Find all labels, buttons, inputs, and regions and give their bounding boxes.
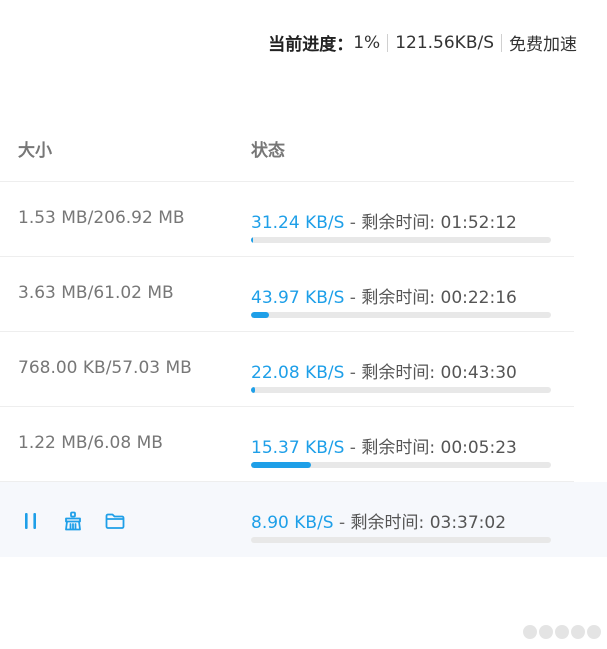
watermark (521, 625, 601, 639)
row-speed: 31.24 KB/S (251, 213, 345, 233)
row-size: 1.53 MB/206.92 MB (18, 208, 185, 228)
progress-value: 1% (353, 32, 381, 53)
row-size: 1.22 MB/6.08 MB (18, 433, 163, 453)
row-speed: 15.37 KB/S (251, 438, 345, 458)
table-row[interactable]: 1.53 MB/206.92 MB 31.24 KB/S - 剩余时间: 01:… (0, 182, 574, 257)
row-actions (20, 510, 146, 532)
watermark-mark (587, 625, 601, 639)
watermark-mark (523, 625, 537, 639)
pause-button[interactable] (20, 510, 42, 532)
watermark-mark (539, 625, 553, 639)
table-row[interactable]: 8.90 KB/S - 剩余时间: 03:37:02 (0, 482, 607, 557)
row-status: 8.90 KB/S - 剩余时间: 03:37:02 (251, 513, 507, 533)
row-size: 3.63 MB/61.02 MB (18, 283, 174, 303)
progress-label: 当前进度： (268, 35, 354, 55)
table-header: 大小 状态 (0, 118, 574, 182)
table-row[interactable]: 768.00 KB/57.03 MB 22.08 KB/S - 剩余时间: 00… (0, 332, 574, 407)
row-remaining-time: 00:43:30 (440, 363, 517, 383)
row-progress-bar (251, 537, 551, 543)
row-progress-bar (251, 312, 551, 318)
row-progress-bar (251, 237, 551, 243)
row-speed: 8.90 KB/S (251, 513, 334, 533)
row-progress-fill (251, 387, 255, 393)
row-progress-fill (251, 237, 254, 243)
table-row[interactable]: 3.63 MB/61.02 MB 43.97 KB/S - 剩余时间: 00:2… (0, 257, 574, 332)
remaining-label: 剩余时间: (361, 288, 441, 308)
overall-speed: 121.56KB/S (395, 32, 494, 53)
remaining-label: 剩余时间: (350, 513, 430, 533)
row-remaining-time: 03:37:02 (429, 513, 507, 533)
watermark-mark (571, 625, 585, 639)
overall-progress-bar: 当前进度： 1% 121.56KB/S 免费加速 (268, 30, 577, 56)
table-row[interactable]: 1.22 MB/6.08 MB 15.37 KB/S - 剩余时间: 00:05… (0, 407, 574, 482)
row-speed: 43.97 KB/S (251, 288, 345, 308)
row-progress-fill (251, 312, 269, 318)
row-remaining-time: 00:05:23 (440, 438, 517, 458)
row-progress-bar (251, 462, 551, 468)
row-progress-fill (251, 462, 312, 468)
row-status: 31.24 KB/S - 剩余时间: 01:52:12 (251, 213, 517, 233)
row-remaining-time: 01:52:12 (440, 213, 517, 233)
clean-icon (65, 511, 81, 531)
divider (387, 33, 389, 52)
column-header-status: 状态 (251, 141, 285, 161)
pause-icon (25, 513, 36, 529)
free-speedup-link[interactable]: 免费加速 (509, 30, 577, 55)
clean-button[interactable] (62, 510, 84, 532)
remaining-label: 剩余时间: (361, 213, 441, 233)
row-status: 15.37 KB/S - 剩余时间: 00:05:23 (251, 438, 517, 458)
remaining-label: 剩余时间: (361, 363, 441, 383)
open-folder-button[interactable] (104, 510, 126, 532)
watermark-mark (555, 625, 569, 639)
row-status: 43.97 KB/S - 剩余时间: 00:22:16 (251, 288, 517, 308)
row-status: 22.08 KB/S - 剩余时间: 00:43:30 (251, 363, 517, 383)
remaining-label: 剩余时间: (361, 438, 441, 458)
row-progress-bar (251, 387, 551, 393)
row-size: 768.00 KB/57.03 MB (18, 358, 192, 378)
column-header-size: 大小 (18, 141, 52, 161)
divider (501, 33, 502, 52)
row-speed: 22.08 KB/S (251, 363, 345, 383)
folder-icon (105, 513, 125, 529)
row-remaining-time: 00:22:16 (440, 288, 517, 308)
